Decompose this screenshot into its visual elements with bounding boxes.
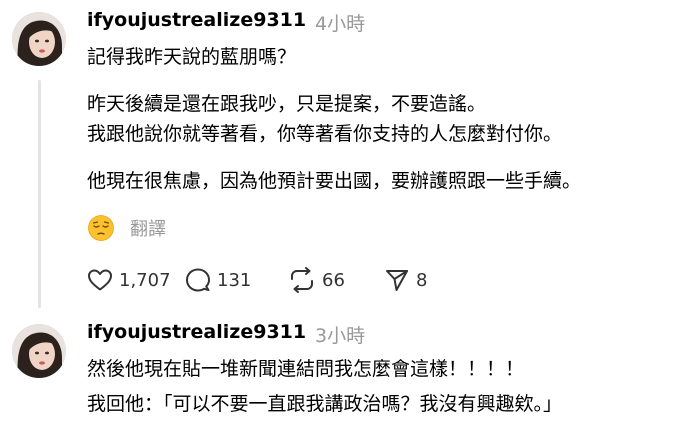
post-text-line: 記得我昨天說的藍朋嗎？: [87, 46, 297, 68]
post-text-line: 我回他：「可以不要一直跟我講政治嗎？我沒有興趣欸。」: [87, 393, 563, 415]
avatar[interactable]: [12, 324, 66, 378]
repost-button[interactable]: 66: [288, 267, 384, 293]
post-text-line: 我跟他說你就等著看，你等著看你支持的人怎麼對付你。: [87, 123, 563, 145]
avatar[interactable]: [12, 12, 66, 66]
avatar-photo: [12, 12, 66, 66]
post-text-line: 昨天後續是還在跟我吵，只是提案，不要造謠。: [87, 93, 487, 115]
share-button[interactable]: 8: [384, 267, 427, 293]
post-text-line: 然後他現在貼一堆新聞連結問我怎麼會這樣！！！！: [87, 358, 525, 380]
post-time: 3小時: [315, 325, 366, 347]
username[interactable]: ifyoujustrealize9311: [87, 9, 306, 31]
thread-line: [38, 80, 41, 308]
pensive-face-icon: [88, 215, 114, 241]
like-button[interactable]: 1,707: [87, 268, 185, 292]
heart-icon: [88, 269, 112, 291]
comment-icon: [186, 268, 210, 292]
send-icon: [386, 270, 408, 291]
avatar-photo: [12, 324, 66, 378]
post-time: 4小時: [315, 13, 366, 35]
repost-count: 66: [322, 269, 345, 291]
translate-row: 翻譯: [87, 213, 166, 243]
repost-icon: [291, 267, 313, 293]
username[interactable]: ifyoujustrealize9311: [87, 321, 306, 343]
comment-button[interactable]: 131: [185, 267, 288, 293]
post-text-line: 他現在很焦慮，因為他預計要出國，要辦護照跟一些手續。: [87, 170, 582, 192]
like-count: 1,707: [119, 269, 171, 291]
comment-count: 131: [217, 269, 252, 291]
share-count: 8: [416, 269, 428, 291]
translate-button[interactable]: 翻譯: [130, 215, 166, 241]
action-bar: 1,707 131 66 8: [87, 264, 427, 296]
